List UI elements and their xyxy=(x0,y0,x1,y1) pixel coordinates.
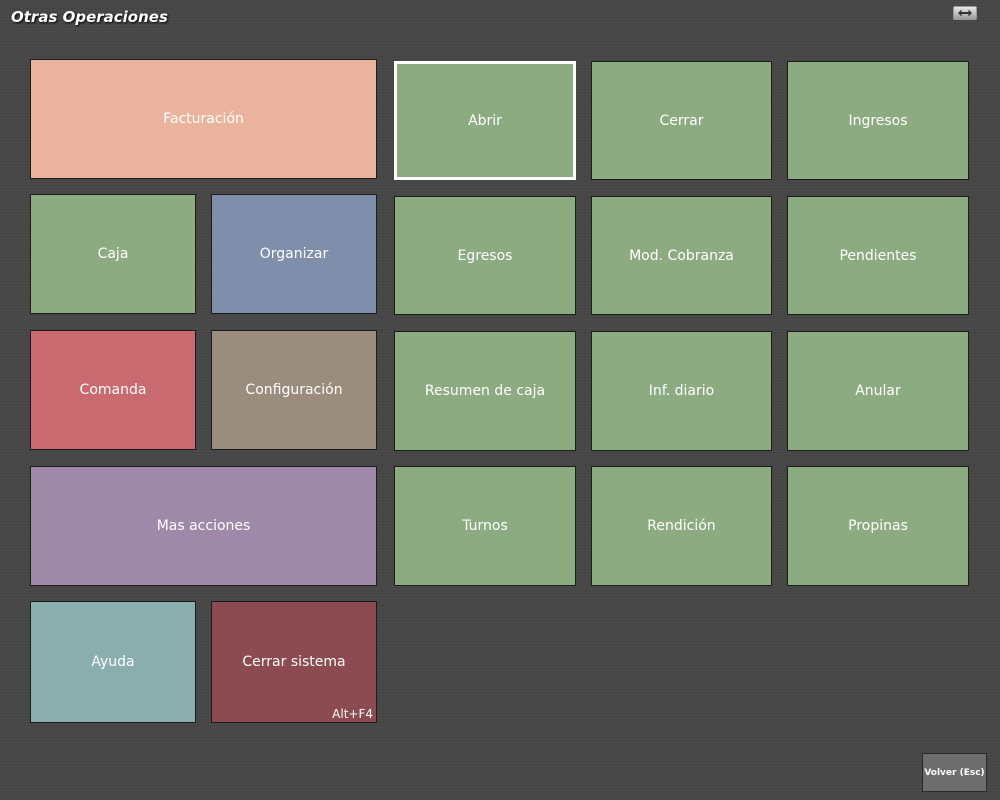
rendicion-label: Rendición xyxy=(647,518,716,534)
organizar-button[interactable]: Organizar xyxy=(211,194,377,314)
double-arrow-icon xyxy=(958,9,972,17)
window-title: Otras Operaciones xyxy=(11,8,168,26)
volver-button[interactable]: Volver (Esc) xyxy=(922,753,987,792)
egresos-label: Egresos xyxy=(457,247,513,264)
ayuda-label: Ayuda xyxy=(91,654,135,670)
ingresos-button[interactable]: Ingresos xyxy=(787,61,969,180)
mod-cobranza-button[interactable]: Mod. Cobranza xyxy=(591,196,772,315)
propinas-button[interactable]: Propinas xyxy=(787,466,969,586)
shortcut-hint: Alt+F4 xyxy=(332,707,373,721)
resize-button[interactable] xyxy=(953,6,977,20)
cerrar-sistema-label: Cerrar sistema xyxy=(242,654,346,670)
comanda-button[interactable]: Comanda xyxy=(30,330,196,450)
cerrar-button[interactable]: Cerrar xyxy=(591,61,772,180)
configuracion-label: Configuración xyxy=(245,382,343,398)
configuracion-button[interactable]: Configuración xyxy=(211,330,377,450)
mas-acciones-button[interactable]: Mas acciones xyxy=(30,466,377,586)
inf-diario-label: Inf. diario xyxy=(648,383,715,399)
rendicion-button[interactable]: Rendición xyxy=(591,466,772,586)
mas-acciones-label: Mas acciones xyxy=(156,518,251,534)
abrir-button[interactable]: Abrir xyxy=(394,61,576,180)
pendientes-label: Pendientes xyxy=(839,247,917,264)
comanda-label: Comanda xyxy=(79,382,147,398)
caja-button[interactable]: Caja xyxy=(30,194,196,314)
facturacion-label: Facturación xyxy=(163,111,244,127)
cerrar-label: Cerrar xyxy=(659,112,704,129)
caja-label: Caja xyxy=(97,246,129,262)
turnos-label: Turnos xyxy=(462,518,508,534)
propinas-label: Propinas xyxy=(848,518,908,534)
anular-button[interactable]: Anular xyxy=(787,331,969,451)
pendientes-button[interactable]: Pendientes xyxy=(787,196,969,315)
resumen-de-caja-button[interactable]: Resumen de caja xyxy=(394,331,576,451)
egresos-button[interactable]: Egresos xyxy=(394,196,576,315)
cerrar-sistema-button[interactable]: Cerrar sistema Alt+F4 xyxy=(211,601,377,723)
ingresos-label: Ingresos xyxy=(848,112,908,129)
mod-cobranza-label: Mod. Cobranza xyxy=(629,247,734,264)
organizar-label: Organizar xyxy=(259,246,329,262)
anular-label: Anular xyxy=(855,383,901,399)
turnos-button[interactable]: Turnos xyxy=(394,466,576,586)
abrir-label: Abrir xyxy=(468,112,502,129)
resumen-de-caja-label: Resumen de caja xyxy=(424,383,546,399)
facturacion-button[interactable]: Facturación xyxy=(30,59,377,179)
inf-diario-button[interactable]: Inf. diario xyxy=(591,331,772,451)
ayuda-button[interactable]: Ayuda xyxy=(30,601,196,723)
